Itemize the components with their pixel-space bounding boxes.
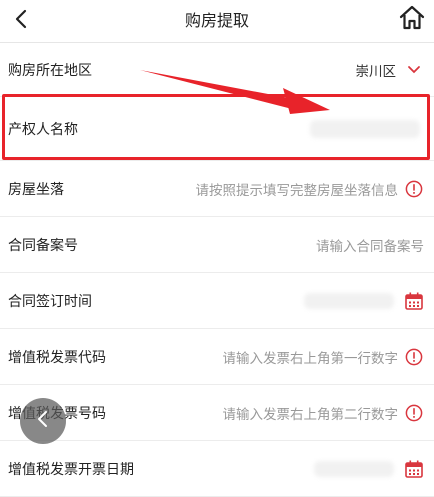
contract-record-no-input[interactable]: 请输入合同备案号 — [316, 217, 424, 272]
contract-sign-date-redacted-value — [304, 292, 394, 309]
calendar-icon[interactable] — [404, 459, 424, 479]
form-row-contract-record-no[interactable]: 合同备案号 请输入合同备案号 — [0, 217, 434, 273]
form-row-vat-invoice-date[interactable]: 增值税发票开票日期 — [0, 441, 434, 497]
chevron-down-icon — [404, 60, 424, 80]
vat-invoice-number-input[interactable]: 请输入发票右上角第二行数字 — [223, 385, 399, 440]
owner-name-label: 产权人名称 — [8, 121, 78, 138]
vat-invoice-date-redacted-value — [314, 460, 394, 477]
form-row-vat-invoice-code[interactable]: 增值税发票代码 请输入发票右上角第一行数字 — [0, 329, 434, 385]
form-row-owner-name[interactable]: 产权人名称 — [0, 97, 434, 161]
top-navigation-bar: 购房提取 — [0, 0, 434, 43]
form-row-house-location[interactable]: 房屋坐落 请按照提示填写完整房屋坐落信息 — [0, 161, 434, 217]
owner-name-redacted-value — [310, 119, 420, 138]
form-row-vat-invoice-number[interactable]: 增值税发票号码 请输入发票右上角第二行数字 — [0, 385, 434, 441]
extraction-form: 购房所在地区 崇川区 产权人名称 房屋坐落 请按照提示填写完整房屋坐落信息 合同… — [0, 43, 434, 497]
vat-invoice-code-input[interactable]: 请输入发票右上角第一行数字 — [223, 329, 399, 384]
page-title: 购房提取 — [184, 11, 249, 30]
home-button[interactable] — [396, 4, 428, 36]
region-value: 崇川区 — [355, 63, 397, 80]
vat-invoice-date-label: 增值税发票开票日期 — [8, 461, 134, 478]
calendar-icon[interactable] — [404, 291, 424, 311]
info-alert-icon[interactable] — [404, 347, 424, 367]
info-alert-icon[interactable] — [404, 179, 424, 199]
chevron-left-icon — [36, 410, 50, 432]
house-location-label: 房屋坐落 — [8, 181, 64, 198]
region-label: 购房所在地区 — [8, 62, 92, 79]
vat-invoice-code-label: 增值税发票代码 — [8, 349, 106, 366]
home-icon — [398, 5, 426, 35]
form-row-region[interactable]: 购房所在地区 崇川区 — [0, 43, 434, 97]
contract-record-no-label: 合同备案号 — [8, 237, 78, 254]
floating-back-button[interactable] — [20, 398, 66, 444]
house-location-input[interactable]: 请按照提示填写完整房屋坐落信息 — [196, 161, 399, 216]
contract-sign-date-label: 合同签订时间 — [8, 293, 92, 310]
info-alert-icon[interactable] — [404, 403, 424, 423]
form-row-contract-sign-date[interactable]: 合同签订时间 — [0, 273, 434, 329]
